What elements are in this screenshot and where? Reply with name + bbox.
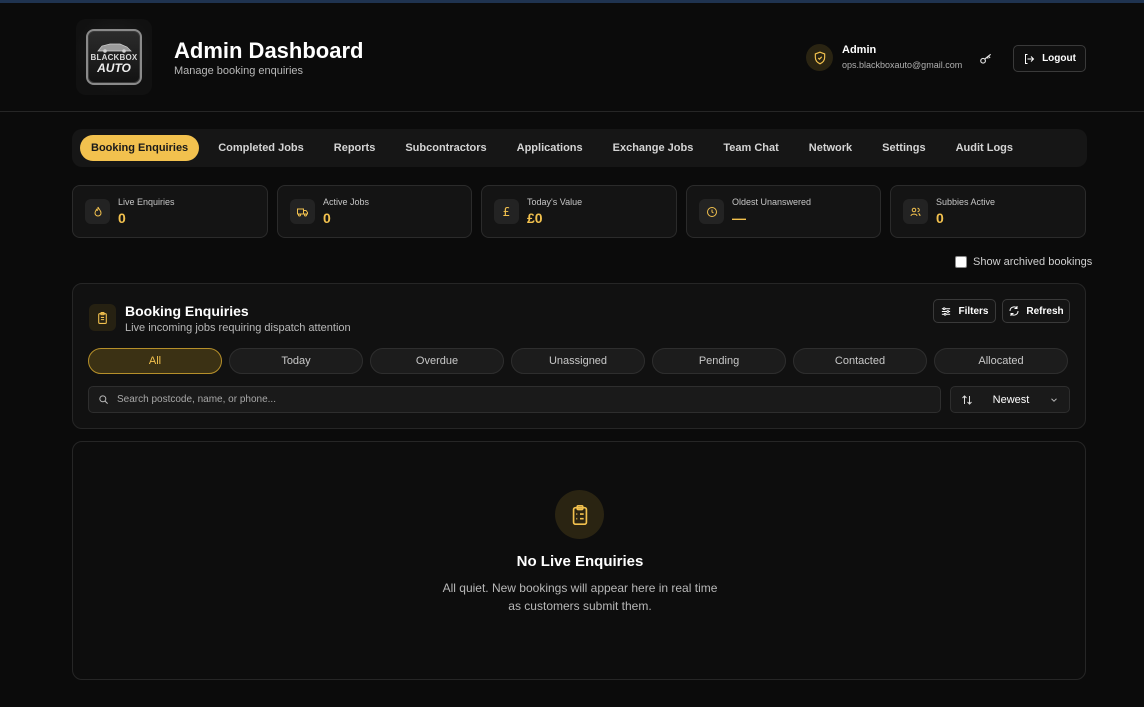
tab-network[interactable]: Network <box>798 135 863 161</box>
chip-contacted[interactable]: Contacted <box>793 348 927 374</box>
chip-today[interactable]: Today <box>229 348 363 374</box>
sort-value: Newest <box>992 393 1030 406</box>
stat-label: Today's Value <box>527 197 583 207</box>
stat-card-subbies-active: Subbies Active 0 <box>890 185 1086 238</box>
stat-value: 0 <box>936 210 944 226</box>
archived-toggle[interactable]: Show archived bookings <box>955 256 1092 268</box>
tab-settings[interactable]: Settings <box>871 135 936 161</box>
tab-subcontractors[interactable]: Subcontractors <box>394 135 497 161</box>
empty-message-line: as customers submit them. <box>508 599 652 613</box>
logout-icon <box>1025 53 1035 64</box>
filters-button[interactable]: Filters <box>933 299 996 323</box>
stat-card-oldest-unanswered: Oldest Unanswered — <box>686 185 881 238</box>
chip-unassigned[interactable]: Unassigned <box>511 348 645 374</box>
stat-label: Active Jobs <box>323 197 370 207</box>
stat-value: — <box>732 210 746 226</box>
stat-value: 0 <box>323 210 331 226</box>
tab-applications[interactable]: Applications <box>506 135 594 161</box>
refresh-icon <box>1009 306 1019 316</box>
stat-card-active-jobs: Active Jobs 0 <box>277 185 472 238</box>
user-email: ops.blackboxauto@gmail.com <box>842 60 963 70</box>
search-icon <box>99 395 108 404</box>
stat-value: £0 <box>527 210 543 226</box>
tab-reports[interactable]: Reports <box>323 135 387 161</box>
tab-booking-enquiries[interactable]: Booking Enquiries <box>80 135 200 161</box>
clock-icon <box>699 199 724 224</box>
empty-message-line: All quiet. New bookings will appear here… <box>442 581 718 595</box>
users-icon <box>903 199 928 224</box>
logo-text-bottom: AUTO <box>97 60 131 75</box>
sort-select[interactable]: Newest <box>950 386 1070 413</box>
clipboard-icon <box>89 304 116 331</box>
flame-icon <box>85 199 110 224</box>
user-name: Admin <box>842 44 877 56</box>
logo: BLACKBOX AUTO <box>86 29 142 85</box>
stat-card-todays-value: £ Today's Value £0 <box>481 185 677 238</box>
stat-label: Subbies Active <box>936 197 996 207</box>
search-input[interactable] <box>117 394 917 405</box>
empty-state: No Live Enquiries All quiet. New booking… <box>72 441 1086 680</box>
archived-checkbox[interactable] <box>955 256 967 268</box>
refresh-button[interactable]: Refresh <box>1002 299 1070 323</box>
chip-allocated[interactable]: Allocated <box>934 348 1068 374</box>
search-box <box>88 386 941 413</box>
stat-label: Live Enquiries <box>118 197 175 207</box>
main-nav: Booking Enquiries Completed Jobs Reports… <box>72 129 1087 167</box>
chevron-down-icon <box>1051 397 1057 402</box>
sliders-icon <box>942 306 951 316</box>
shield-icon <box>806 44 833 71</box>
chip-all[interactable]: All <box>88 348 222 374</box>
empty-message: All quiet. New bookings will appear here… <box>430 579 730 615</box>
logo-container: BLACKBOX AUTO <box>76 19 152 95</box>
panel-subtitle: Live incoming jobs requiring dispatch at… <box>125 322 351 334</box>
pound-icon: £ <box>494 199 519 224</box>
enquiries-panel: Booking Enquiries Live incoming jobs req… <box>72 283 1086 429</box>
stat-label: Oldest Unanswered <box>732 197 812 207</box>
archived-label: Show archived bookings <box>973 256 1093 268</box>
stat-value: 0 <box>118 210 126 226</box>
page-subtitle: Manage booking enquiries <box>174 65 304 77</box>
tab-audit-logs[interactable]: Audit Logs <box>945 135 1024 161</box>
panel-title: Booking Enquiries <box>125 303 249 319</box>
tab-team-chat[interactable]: Team Chat <box>712 135 789 161</box>
status-filter-chips: All Today Overdue Unassigned Pending Con… <box>88 348 1068 374</box>
chip-pending[interactable]: Pending <box>652 348 786 374</box>
empty-title: No Live Enquiries <box>516 553 644 570</box>
key-icon[interactable] <box>976 49 996 69</box>
filters-label: Filters <box>958 305 989 317</box>
stat-card-live-enquiries: Live Enquiries 0 <box>72 185 268 238</box>
page-title: Admin Dashboard <box>174 38 364 63</box>
sort-icon <box>962 394 972 405</box>
logout-button[interactable]: Logout <box>1013 45 1086 72</box>
chip-overdue[interactable]: Overdue <box>370 348 504 374</box>
clipboard-icon <box>555 490 604 539</box>
tab-completed-jobs[interactable]: Completed Jobs <box>207 135 315 161</box>
refresh-label: Refresh <box>1026 305 1064 317</box>
car-logo-icon <box>97 43 132 53</box>
tab-exchange-jobs[interactable]: Exchange Jobs <box>602 135 705 161</box>
header: BLACKBOX AUTO Admin Dashboard Manage boo… <box>0 3 1144 112</box>
truck-icon <box>290 199 315 224</box>
logout-label: Logout <box>1042 53 1076 64</box>
